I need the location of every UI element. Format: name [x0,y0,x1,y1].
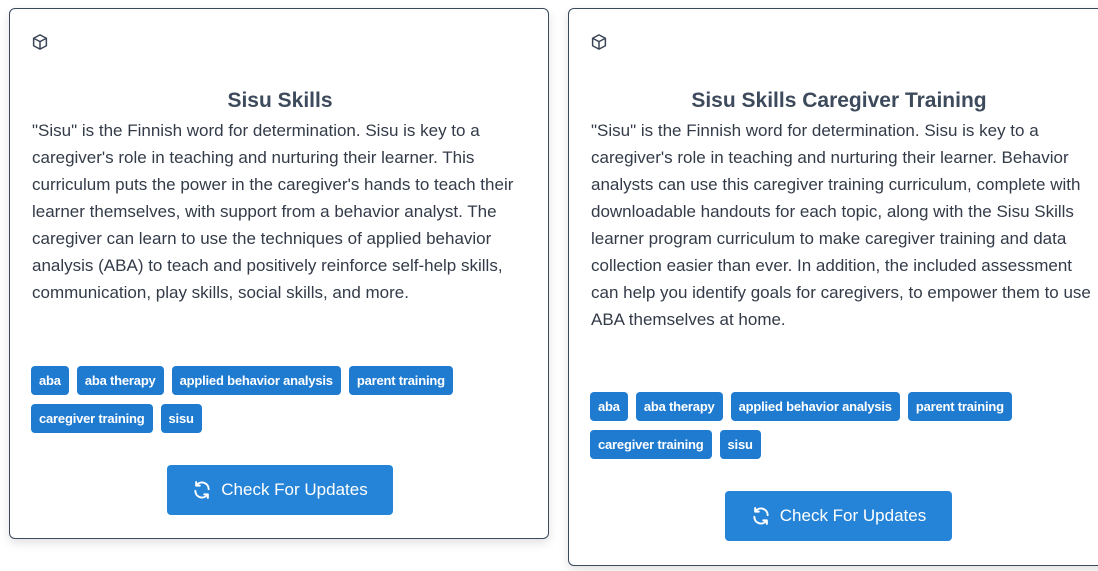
card-title: Sisu Skills [227,89,333,112]
curriculum-card-sisu-skills: Sisu Skills "Sisu" is the Finnish word f… [9,8,549,539]
tag-caregiver-training[interactable]: caregiver training [590,430,712,459]
card-title: Sisu Skills Caregiver Training [691,89,987,112]
tag-applied-behavior-analysis[interactable]: applied behavior analysis [171,366,341,395]
card-description: "Sisu" is the Finnish word for determina… [591,121,1091,329]
tag-list: aba aba therapy applied behavior analysi… [590,392,1090,459]
check-for-updates-button[interactable]: Check For Updates [725,491,952,541]
button-label: Check For Updates [221,480,368,499]
tag-list: aba aba therapy applied behavior analysi… [31,366,531,433]
tag-aba[interactable]: aba [590,392,628,421]
tag-parent-training[interactable]: parent training [348,366,453,395]
tag-sisu[interactable]: sisu [719,430,761,459]
cube-icon [590,33,608,51]
tag-applied-behavior-analysis[interactable]: applied behavior analysis [730,392,900,421]
cube-icon [31,33,49,51]
curriculum-card-sisu-skills-caregiver-training: Sisu Skills Caregiver Training "Sisu" is… [568,8,1098,566]
tag-aba-therapy[interactable]: aba therapy [635,392,723,421]
tag-parent-training[interactable]: parent training [907,392,1012,421]
tag-sisu[interactable]: sisu [160,404,202,433]
refresh-icon [194,481,210,499]
refresh-icon [753,507,769,525]
tag-caregiver-training[interactable]: caregiver training [31,404,153,433]
tag-aba-therapy[interactable]: aba therapy [76,366,164,395]
card-description: "Sisu" is the Finnish word for determina… [32,121,514,302]
check-for-updates-button[interactable]: Check For Updates [167,465,393,515]
button-label: Check For Updates [779,506,927,525]
tag-aba[interactable]: aba [31,366,69,395]
